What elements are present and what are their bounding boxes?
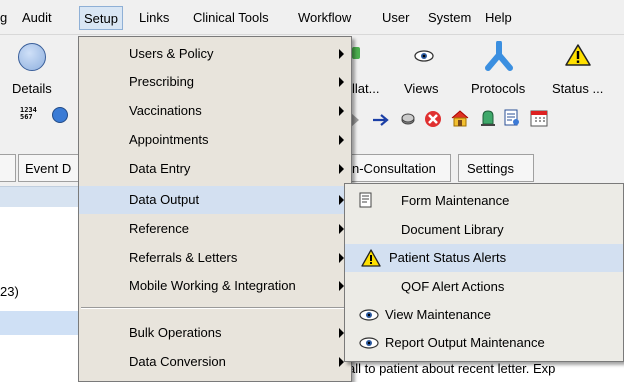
menu-partial-g[interactable]: g — [0, 10, 7, 25]
menu-system[interactable]: System — [428, 10, 471, 25]
menu-clinical-tools[interactable]: Clinical Tools — [193, 10, 269, 25]
protocols-icon[interactable] — [484, 41, 514, 71]
menu-item-label: Users & Policy — [129, 46, 214, 61]
eye-icon — [359, 309, 379, 321]
menu-item-prescribing[interactable]: Prescribing — [79, 68, 351, 96]
warning-icon[interactable] — [565, 43, 591, 67]
tab-settings[interactable]: Settings — [458, 154, 534, 182]
menu-item-data-output[interactable]: Data Output — [79, 186, 351, 214]
menu-item-label: Reference — [129, 221, 189, 236]
submenu-item-label: QOF Alert Actions — [401, 279, 505, 294]
menu-item-bulk-operations[interactable]: Bulk Operations — [79, 319, 351, 347]
menu-item-label: Referrals & Letters — [129, 250, 238, 265]
menu-item-label: Bulk Operations — [129, 325, 222, 340]
tab-consultation[interactable]: n-Consultation — [347, 154, 451, 182]
disk-icon[interactable] — [400, 111, 416, 127]
bell-icon[interactable] — [480, 109, 496, 127]
tab-event[interactable]: Event D — [18, 154, 80, 182]
menu-item-data-entry[interactable]: Data Entry — [79, 155, 351, 183]
menubar: g Audit Setup Links Clinical Tools Workf… — [0, 0, 624, 35]
submenu-item-document-library[interactable]: Document Library — [345, 216, 623, 244]
menu-item-referrals-letters[interactable]: Referrals & Letters — [79, 244, 351, 272]
menu-setup[interactable]: Setup — [79, 6, 123, 30]
submenu-arrow-icon — [339, 106, 344, 116]
plugin-icon[interactable] — [352, 47, 360, 59]
flask-icon[interactable] — [52, 107, 68, 123]
eye-icon — [359, 337, 379, 349]
submenu-arrow-icon — [339, 49, 344, 59]
submenu-item-label: Document Library — [401, 222, 504, 237]
menu-links[interactable]: Links — [139, 10, 169, 25]
menu-user[interactable]: User — [382, 10, 409, 25]
menu-item-mobile-working[interactable]: Mobile Working & Integration — [79, 272, 351, 300]
menu-item-data-conversion[interactable]: Data Conversion — [79, 348, 351, 376]
menu-item-vaccinations[interactable]: Vaccinations — [79, 97, 351, 125]
calendar-icon[interactable] — [530, 109, 548, 127]
submenu-arrow-icon — [339, 164, 344, 174]
eye-icon[interactable] — [414, 49, 434, 63]
menu-item-reference[interactable]: Reference — [79, 215, 351, 243]
gray-arrow-icon[interactable] — [351, 113, 359, 127]
menu-item-label: Data Entry — [129, 161, 191, 176]
menu-item-label: Vaccinations — [129, 103, 202, 118]
submenu-item-qof-alert-actions[interactable]: QOF Alert Actions — [345, 273, 623, 301]
selected-row[interactable] — [0, 311, 80, 335]
submenu-item-label: Report Output Maintenance — [385, 335, 545, 350]
stop-icon[interactable] — [424, 110, 442, 128]
menu-audit[interactable]: Audit — [22, 10, 52, 25]
details-icon[interactable] — [18, 43, 46, 71]
menu-item-label: Data Output — [129, 192, 200, 207]
menu-item-label: Mobile Working & Integration — [129, 278, 296, 293]
submenu-item-view-maintenance[interactable]: View Maintenance — [345, 301, 623, 329]
submenu-item-label: Form Maintenance — [401, 193, 510, 208]
submenu-arrow-icon — [339, 77, 344, 87]
menu-separator — [81, 307, 349, 309]
status-label[interactable]: Status ... — [552, 81, 603, 96]
protocols-label[interactable]: Protocols — [471, 81, 525, 96]
bottom-text: all to patient about recent letter. Exp — [348, 361, 556, 376]
menu-item-label: Prescribing — [129, 74, 195, 89]
menu-item-users-policy[interactable]: Users & Policy — [79, 40, 351, 68]
menu-item-appointments[interactable]: Appointments — [79, 126, 351, 154]
menu-item-label: Data Conversion — [129, 354, 226, 369]
arrow-right-icon[interactable] — [372, 113, 390, 127]
menu-help[interactable]: Help — [485, 10, 512, 25]
data-output-submenu: Form Maintenance Document Library Patien… — [344, 183, 624, 362]
numbers-icon[interactable]: 1234 567 — [20, 107, 37, 121]
views-label[interactable]: Views — [404, 81, 438, 96]
submenu-item-form-maintenance[interactable]: Form Maintenance — [345, 187, 623, 215]
submenu-arrow-icon — [339, 135, 344, 145]
submenu-item-report-output-maintenance[interactable]: Report Output Maintenance — [345, 329, 623, 357]
row-count-text: 23) — [0, 284, 19, 299]
report-icon[interactable] — [504, 109, 520, 127]
setup-menu: Users & Policy Prescribing Vaccinations … — [78, 36, 352, 382]
home-icon[interactable] — [450, 109, 470, 127]
submenu-item-label: Patient Status Alerts — [389, 250, 507, 265]
menu-workflow[interactable]: Workflow — [298, 10, 351, 25]
submenu-item-patient-status-alerts[interactable]: Patient Status Alerts — [345, 244, 623, 272]
details-label[interactable]: Details — [12, 81, 52, 96]
menu-item-label: Appointments — [129, 132, 209, 147]
submenu-item-label: View Maintenance — [385, 307, 491, 322]
form-icon — [359, 192, 372, 208]
warning-icon — [361, 249, 381, 267]
tab-partial-left[interactable] — [0, 154, 16, 182]
toolbar-partial-lat[interactable]: llat... — [352, 81, 379, 96]
